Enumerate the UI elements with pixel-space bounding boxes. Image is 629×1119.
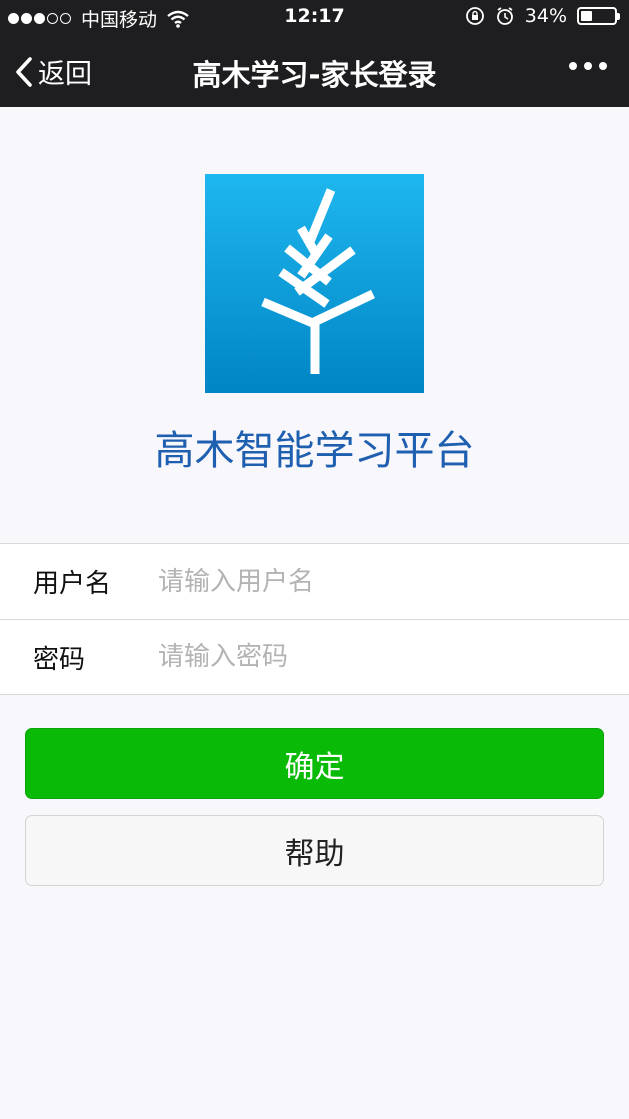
username-row: 用户名 [0, 544, 629, 619]
password-label: 密码 [33, 644, 86, 675]
top-bar: 中国移动 12:17 34% 返回 高木学习-家长登录 [0, 0, 629, 107]
help-button[interactable]: 帮助 [25, 815, 604, 886]
battery-fill [581, 11, 592, 21]
alarm-icon [496, 7, 513, 25]
password-row: 密码 [0, 619, 629, 694]
username-label: 用户名 [33, 569, 112, 599]
password-input[interactable] [156, 627, 629, 687]
status-bar: 中国移动 12:17 34% [0, 0, 629, 34]
app-name: 高木智能学习平台 [154, 428, 475, 474]
confirm-button[interactable]: 确定 [25, 728, 604, 799]
nav-bar: 返回 高木学习-家长登录 [0, 34, 629, 107]
page-title: 高木学习-家长登录 [192, 58, 437, 92]
tree-logo-icon [205, 174, 424, 393]
more-dots-icon[interactable] [569, 62, 607, 70]
login-form: 用户名 密码 [0, 543, 629, 695]
rotation-lock-icon [465, 7, 484, 25]
battery-icon [577, 7, 620, 25]
battery-percent: 34% [524, 5, 567, 27]
status-right: 34% [465, 5, 620, 27]
tree-logo-graphic [261, 188, 375, 374]
username-input[interactable] [156, 551, 629, 612]
